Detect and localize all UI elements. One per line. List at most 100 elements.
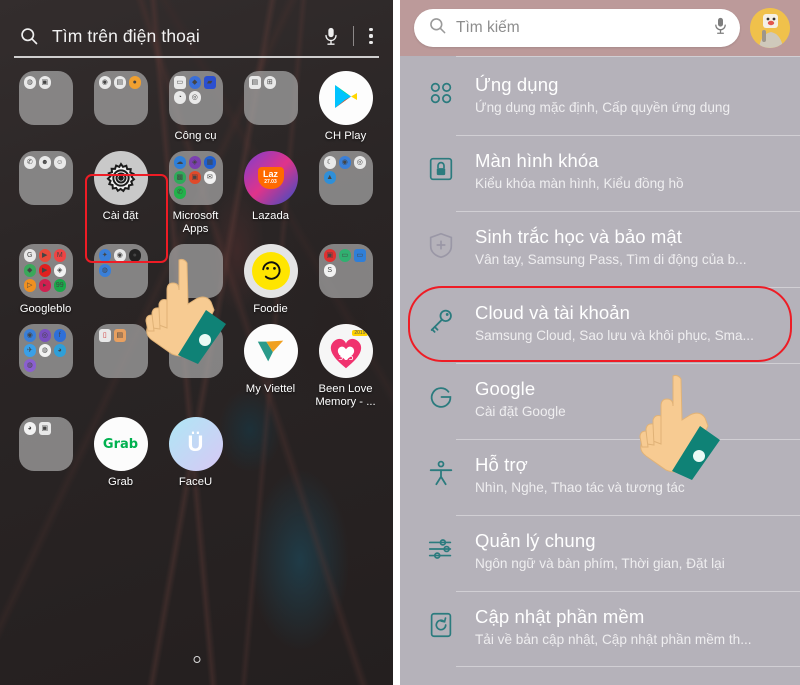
home-app-label: Lazada bbox=[251, 210, 290, 222]
screenshot-root: Tìm trên điện thoại ◍ ▣ ◉ ▤ ● ▭ ◆ ▰ ◔ ◎ … bbox=[0, 0, 800, 685]
folder-icon[interactable]: ◉ ▤ ● bbox=[93, 71, 148, 125]
microphone-icon[interactable] bbox=[318, 26, 344, 47]
lazada-icon[interactable]: Laz 27.03 bbox=[243, 151, 298, 205]
microphone-icon[interactable] bbox=[713, 16, 728, 41]
home-app-cell[interactable]: ☾ ◉ ◎ ▲ bbox=[308, 151, 383, 236]
play-store-icon[interactable] bbox=[318, 71, 373, 125]
settings-item-text: Ứng dụng Ứng dụng mặc định, Cấp quyền ứn… bbox=[462, 70, 786, 118]
home-app-cell[interactable]: ◍ ▣ bbox=[8, 71, 83, 143]
settings-item-title: Sinh trắc học và bảo mật bbox=[475, 226, 683, 247]
settings-item-text: Màn hình khóa Kiểu khóa màn hình, Kiểu đ… bbox=[462, 146, 786, 194]
home-app-cell[interactable]: Foodie bbox=[233, 244, 308, 316]
home-app-cell[interactable]: My Viettel bbox=[233, 324, 308, 409]
home-app-cell-empty bbox=[233, 417, 308, 489]
settings-list: Ứng dụng Ứng dụng mặc định, Cấp quyền ứn… bbox=[400, 56, 800, 667]
folder-icon[interactable] bbox=[168, 244, 223, 298]
home-app-cell[interactable]: ✦ ▭ ◎ bbox=[158, 324, 233, 409]
settings-item-title: Hỗ trợ bbox=[475, 454, 528, 475]
google-g-icon bbox=[420, 374, 462, 412]
home-search-bar[interactable]: Tìm trên điện thoại bbox=[14, 16, 379, 58]
settings-item-title: Cập nhật phần mềm bbox=[475, 606, 645, 627]
settings-item-text: Cập nhật phần mềm Tải về bản cập nhật, C… bbox=[462, 602, 786, 650]
home-app-cell[interactable]: ✦ ◉ ● ◍ bbox=[83, 244, 158, 316]
home-row: G ▶ M ◆ ▶ ◈ ▷ ▸ 99 Googleblo ✦ ◉ ● ◍ Foo… bbox=[0, 244, 393, 316]
settings-gear-icon[interactable] bbox=[93, 151, 148, 205]
been-love-heart-icon[interactable]: 365 2019 bbox=[318, 324, 373, 378]
home-app-cell[interactable]: ◉ ▤ ● bbox=[83, 71, 158, 143]
settings-item-subtitle: Kiểu khóa màn hình, Kiểu đồng hồ bbox=[475, 176, 684, 191]
settings-item-lock-screen[interactable]: Màn hình khóa Kiểu khóa màn hình, Kiểu đ… bbox=[400, 135, 800, 211]
settings-item-subtitle: Vân tay, Samsung Pass, Tìm di động của b… bbox=[475, 252, 747, 267]
home-row: ✆ ☻ ☺ Cài đặt ☁ ◈ ▦ ▩ ▣ ✉ ✆ Microsoft Ap… bbox=[0, 151, 393, 236]
home-app-label: Công cụ bbox=[174, 130, 217, 142]
apps-grid-icon bbox=[420, 70, 462, 108]
home-app-cell-settings[interactable]: Cài đặt bbox=[83, 151, 158, 236]
avatar[interactable] bbox=[750, 8, 790, 48]
home-app-cell[interactable]: Grab Grab bbox=[83, 417, 158, 489]
settings-item-title: Google bbox=[475, 378, 536, 399]
folder-icon[interactable]: ☁ ◈ ▦ ▩ ▣ ✉ ✆ bbox=[168, 151, 223, 205]
home-search-placeholder: Tìm trên điện thoại bbox=[52, 25, 200, 46]
settings-item-text: Google Cài đặt Google bbox=[462, 374, 786, 422]
more-options-icon[interactable] bbox=[363, 28, 379, 44]
divider bbox=[353, 26, 354, 46]
folder-icon[interactable]: ▤ ⊞ bbox=[243, 71, 298, 125]
folder-icon[interactable]: G ▶ M ◆ ▶ ◈ ▷ ▸ 99 bbox=[18, 244, 73, 298]
home-row: ◕ ▣ Grab Grab Ü FaceU bbox=[0, 417, 393, 489]
settings-item-biometrics-security[interactable]: Sinh trắc học và bảo mật Vân tay, Samsun… bbox=[400, 211, 800, 287]
home-app-cell[interactable]: Laz 27.03 Lazada bbox=[233, 151, 308, 236]
home-app-label: Microsoft Apps bbox=[172, 210, 219, 235]
faceu-icon[interactable]: Ü bbox=[168, 417, 223, 471]
home-app-label: Been Love Memory - ... bbox=[315, 383, 376, 408]
folder-icon[interactable]: ✦ ▭ ◎ bbox=[168, 324, 223, 378]
home-app-cell[interactable]: CH Play bbox=[308, 71, 383, 143]
folder-icon[interactable]: ▭ ◆ ▰ ◔ ◎ bbox=[168, 71, 223, 125]
settings-search-input[interactable]: Tìm kiếm bbox=[414, 9, 740, 47]
settings-item-google[interactable]: Google Cài đặt Google bbox=[400, 363, 800, 439]
home-app-cell[interactable]: ✆ ☻ ☺ bbox=[8, 151, 83, 236]
viettel-icon[interactable] bbox=[243, 324, 298, 378]
home-app-cell[interactable]: ▤ ⊞ bbox=[233, 71, 308, 143]
settings-item-software-update[interactable]: Cập nhật phần mềm Tải về bản cập nhật, C… bbox=[400, 591, 800, 667]
svg-text:365: 365 bbox=[338, 352, 354, 362]
home-screen-panel: Tìm trên điện thoại ◍ ▣ ◉ ▤ ● ▭ ◆ ▰ ◔ ◎ … bbox=[0, 0, 393, 685]
settings-item-cloud-and-accounts[interactable]: Cloud và tài khoản Samsung Cloud, Sao lư… bbox=[400, 287, 800, 363]
home-app-cell[interactable]: ▣ ▭ ▭ S bbox=[308, 244, 383, 316]
accessibility-icon bbox=[420, 450, 462, 488]
home-app-label: Grab bbox=[107, 476, 134, 488]
home-app-cell[interactable] bbox=[158, 244, 233, 316]
grab-icon[interactable]: Grab bbox=[93, 417, 148, 471]
search-icon bbox=[14, 23, 44, 49]
home-app-cell[interactable]: ☁ ◈ ▦ ▩ ▣ ✉ ✆ Microsoft Apps bbox=[158, 151, 233, 236]
home-app-cell[interactable]: ▭ ◆ ▰ ◔ ◎ Công cụ bbox=[158, 71, 233, 143]
home-app-cell[interactable]: ◉ ◎ f ✈ ◍ ◕ ◍ bbox=[8, 324, 83, 409]
settings-item-title: Cloud và tài khoản bbox=[475, 302, 631, 323]
folder-icon[interactable]: ◉ ◎ f ✈ ◍ ◕ ◍ bbox=[18, 324, 73, 378]
home-app-cell[interactable]: G ▶ M ◆ ▶ ◈ ▷ ▸ 99 Googleblo bbox=[8, 244, 83, 316]
foodie-icon[interactable] bbox=[243, 244, 298, 298]
settings-search-placeholder: Tìm kiếm bbox=[456, 19, 520, 36]
folder-icon[interactable]: ✆ ☻ ☺ bbox=[18, 151, 73, 205]
home-app-label: Cài đặt bbox=[102, 210, 139, 222]
settings-item-text: Cloud và tài khoản Samsung Cloud, Sao lư… bbox=[462, 298, 786, 346]
folder-icon[interactable]: ◍ ▣ bbox=[18, 71, 73, 125]
settings-item-general-management[interactable]: Quản lý chung Ngôn ngữ và bàn phím, Thời… bbox=[400, 515, 800, 591]
folder-icon[interactable]: ☾ ◉ ◎ ▲ bbox=[318, 151, 373, 205]
settings-item-subtitle: Tải về bản cập nhật, Cập nhật phần mềm t… bbox=[475, 632, 752, 647]
settings-item-apps[interactable]: Ứng dụng Ứng dụng mặc định, Cấp quyền ứn… bbox=[400, 59, 800, 135]
folder-icon[interactable]: ▯ ▤ bbox=[93, 324, 148, 378]
home-app-cell[interactable]: ◕ ▣ bbox=[8, 417, 83, 489]
home-app-cell[interactable]: Ü FaceU bbox=[158, 417, 233, 489]
settings-item-accessibility[interactable]: Hỗ trợ Nhìn, Nghe, Thao tác và tương tác bbox=[400, 439, 800, 515]
folder-icon[interactable]: ▣ ▭ ▭ S bbox=[318, 244, 373, 298]
settings-item-title: Ứng dụng bbox=[475, 74, 559, 95]
home-app-cell[interactable]: ▯ ▤ bbox=[83, 324, 158, 409]
folder-icon[interactable]: ✦ ◉ ● ◍ bbox=[93, 244, 148, 298]
folder-icon[interactable]: ◕ ▣ bbox=[18, 417, 73, 471]
home-app-label: Foodie bbox=[253, 303, 288, 315]
settings-item-subtitle: Cài đặt Google bbox=[475, 404, 566, 419]
settings-item-text: Quản lý chung Ngôn ngữ và bàn phím, Thời… bbox=[462, 526, 786, 574]
settings-item-subtitle: Nhìn, Nghe, Thao tác và tương tác bbox=[475, 480, 685, 495]
sliders-icon bbox=[420, 526, 462, 564]
home-app-cell[interactable]: 365 2019 Been Love Memory - ... bbox=[308, 324, 383, 409]
